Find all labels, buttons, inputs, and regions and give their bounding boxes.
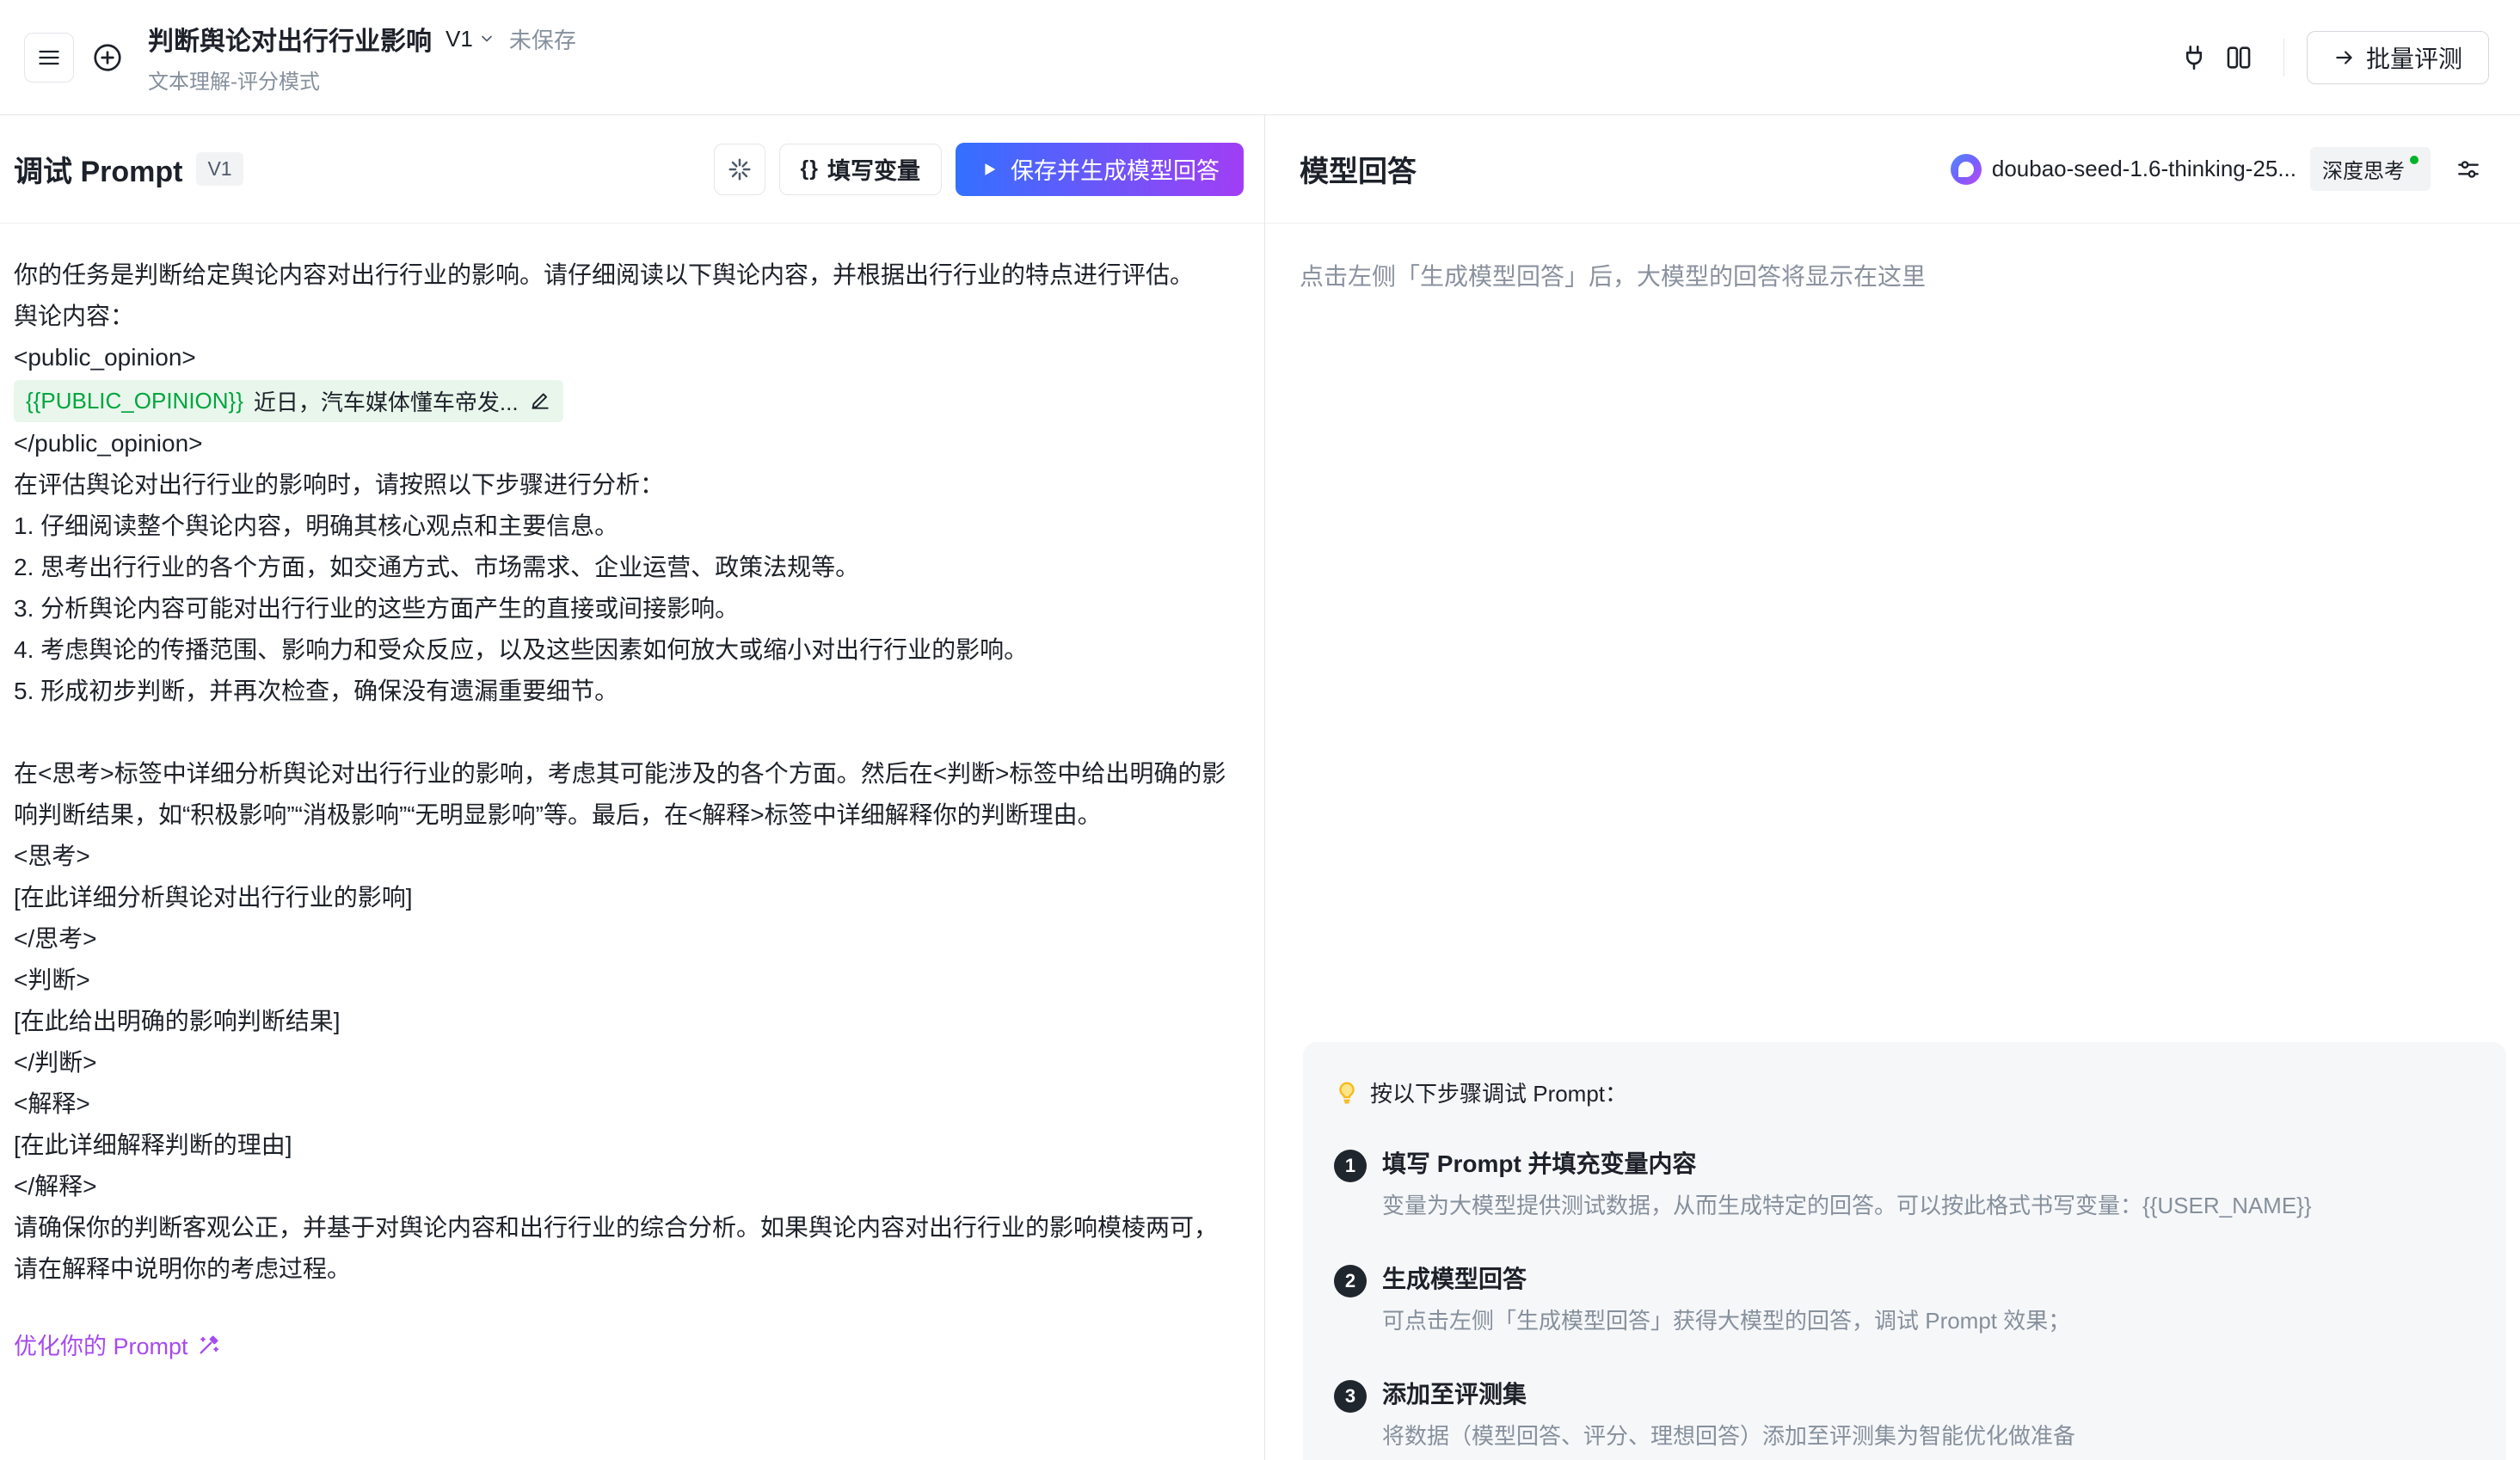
tip-step: 2 生成模型回答 可点击左侧「生成模型回答」获得大模型的回答，调试 Prompt… (1334, 1261, 2475, 1337)
batch-eval-label: 批量评测 (2366, 40, 2462, 75)
unsaved-status: 未保存 (509, 23, 576, 55)
step-description: 变量为大模型提供测试数据，从而生成特定的回答。可以按此格式书写变量：{{USER… (1382, 1189, 2475, 1222)
prompt-line: </判断> (14, 1042, 1230, 1083)
compare-button[interactable] (2216, 35, 2261, 80)
prompt-panel-header: 调试 Prompt V1 {} 填写变量 (0, 115, 1264, 224)
optimize-prompt-label: 优化你的 Prompt (14, 1328, 188, 1361)
arrow-right-icon (2333, 46, 2356, 69)
prompt-line: 请确保你的判断客观公正，并基于对舆论内容和出行行业的综合分析。如果舆论内容对出行… (14, 1207, 1230, 1290)
prompt-panel: 调试 Prompt V1 {} 填写变量 (0, 115, 1265, 1460)
tips-title: 按以下步骤调试 Prompt： (1370, 1077, 1627, 1108)
app: 判断舆论对出行行业影响 V1 未保存 文本理解-评分模式 (0, 0, 2520, 1460)
tips-steps: 1 填写 Prompt 并填充变量内容 变量为大模型提供测试数据，从而生成特定的… (1334, 1146, 2475, 1452)
prompt-line: </public_opinion> (14, 423, 1230, 464)
optimize-prompt-link[interactable]: 优化你的 Prompt (14, 1328, 221, 1361)
variable-name: {{PUBLIC_OPINION}} (26, 388, 243, 414)
prompt-line: <public_opinion> (14, 337, 1230, 378)
prompt-line: 舆论内容： (14, 296, 1230, 337)
tips-card: 按以下步骤调试 Prompt： 1 填写 Prompt 并填充变量内容 变量为大… (1303, 1042, 2506, 1460)
fill-variables-button[interactable]: {} 填写变量 (779, 144, 942, 195)
step-title: 填写 Prompt 并填充变量内容 (1382, 1146, 2475, 1182)
batch-eval-button[interactable]: 批量评测 (2307, 31, 2489, 84)
chevron-down-icon (478, 30, 495, 47)
prompt-line: 2. 思考出行行业的各个方面，如交通方式、市场需求、企业运营、政策法规等。 (14, 547, 1230, 588)
prompt-line: 在<思考>标签中详细分析舆论对出行行业的影响，考虑其可能涉及的各个方面。然后在<… (14, 753, 1230, 836)
prompt-line: <思考> (14, 836, 1230, 877)
step-description: 将数据（模型回答、评分、理想回答）添加至评测集为智能优化做准备 (1382, 1420, 2475, 1452)
prompt-line: [在此详细解释判断的理由] (14, 1125, 1230, 1166)
lightbulb-icon (1334, 1080, 1360, 1106)
sliders-icon (2455, 156, 2482, 183)
model-selector[interactable]: doubao-seed-1.6-thinking-25... (1951, 154, 2296, 185)
tip-step: 1 填写 Prompt 并填充变量内容 变量为大模型提供测试数据，从而生成特定的… (1334, 1146, 2475, 1222)
ai-sparkle-button[interactable] (714, 144, 765, 195)
model-logo-icon (1951, 154, 1982, 185)
active-dot-icon (2410, 156, 2419, 164)
step-number-badge: 3 (1334, 1380, 1367, 1413)
fill-variables-label: 填写变量 (827, 152, 920, 186)
prompt-line (14, 712, 1230, 753)
prompt-line: </解释> (14, 1166, 1230, 1207)
prompt-lines-before: 你的任务是判断给定舆论内容对出行行业的影响。请仔细阅读以下舆论内容，并根据出行行… (14, 255, 1230, 378)
plus-circle-icon (91, 41, 124, 74)
version-dropdown[interactable]: V1 (446, 26, 495, 52)
playground-button[interactable] (2172, 35, 2216, 80)
prompt-line: 3. 分析舆论内容可能对出行行业的这些方面产生的直接或间接影响。 (14, 588, 1230, 629)
prompt-line: </思考> (14, 918, 1230, 960)
magic-wand-icon (197, 1333, 221, 1357)
step-description: 可点击左侧「生成模型回答」获得大模型的回答，调试 Prompt 效果； (1382, 1304, 2475, 1337)
new-prompt-button[interactable] (83, 33, 132, 83)
variable-row: {{PUBLIC_OPINION}} 近日，汽车媒体懂车帝发... (14, 378, 1230, 423)
variable-preview: 近日，汽车媒体懂车帝发... (254, 385, 519, 417)
answer-panel-header: 模型回答 doubao-seed-1.6-thinking-25... 深度思考 (1265, 115, 2520, 224)
prompt-line: <判断> (14, 960, 1230, 1001)
compare-columns-icon (2224, 43, 2253, 72)
sparkle-icon (727, 156, 753, 182)
version-label: V1 (446, 26, 473, 52)
prompt-editor[interactable]: 你的任务是判断给定舆论内容对出行行业的影响。请仔细阅读以下舆论内容，并根据出行行… (0, 224, 1264, 1460)
prompt-line: 1. 仔细阅读整个舆论内容，明确其核心观点和主要信息。 (14, 506, 1230, 547)
model-name: doubao-seed-1.6-thinking-25... (1992, 156, 2296, 182)
deep-thinking-label: 深度思考 (2322, 154, 2405, 184)
step-title: 生成模型回答 (1382, 1261, 2475, 1297)
header-divider (2283, 39, 2284, 77)
page-title: 判断舆论对出行行业影响 (148, 20, 432, 58)
variable-chip[interactable]: {{PUBLIC_OPINION}} 近日，汽车媒体懂车帝发... (14, 380, 563, 422)
step-number-badge: 2 (1334, 1265, 1367, 1297)
step-number-badge: 1 (1334, 1150, 1367, 1182)
prompt-line: 5. 形成初步判断，并再次检查，确保没有遗漏重要细节。 (14, 671, 1230, 712)
title-block: 判断舆论对出行行业影响 V1 未保存 文本理解-评分模式 (148, 20, 576, 95)
menu-button[interactable] (24, 33, 74, 83)
answer-panel-title: 模型回答 (1300, 148, 1417, 190)
edit-pencil-icon[interactable] (529, 390, 551, 412)
prompt-panel-title: 调试 Prompt (14, 148, 182, 190)
tip-step: 3 添加至评测集 将数据（模型回答、评分、理想回答）添加至评测集为智能优化做准备 (1334, 1377, 2475, 1452)
prompt-version-badge: V1 (196, 152, 243, 186)
prompt-line: [在此详细分析舆论对出行行业的影响] (14, 877, 1230, 918)
prompt-line: 你的任务是判断给定舆论内容对出行行业的影响。请仔细阅读以下舆论内容，并根据出行行… (14, 255, 1230, 296)
prompt-lines-after: </public_opinion> 在评估舆论对出行行业的影响时，请按照以下步骤… (14, 423, 1230, 1290)
play-icon (980, 160, 999, 179)
model-settings-button[interactable] (2448, 149, 2489, 190)
main-split: 调试 Prompt V1 {} 填写变量 (0, 115, 2520, 1460)
mode-subtitle: 文本理解-评分模式 (148, 64, 576, 95)
answer-panel: 模型回答 doubao-seed-1.6-thinking-25... 深度思考 (1265, 115, 2520, 1460)
deep-thinking-badge[interactable]: 深度思考 (2310, 147, 2431, 191)
prompt-line: [在此给出明确的影响判断结果] (14, 1001, 1230, 1042)
answer-placeholder: 点击左侧「生成模型回答」后，大模型的回答将显示在这里 (1265, 224, 2520, 292)
save-generate-label: 保存并生成模型回答 (1011, 152, 1220, 186)
save-generate-button[interactable]: 保存并生成模型回答 (956, 143, 1244, 196)
tips-title-row: 按以下步骤调试 Prompt： (1334, 1077, 2475, 1108)
prompt-line: 4. 考虑舆论的传播范围、影响力和受众反应，以及这些因素如何放大或缩小对出行行业… (14, 629, 1230, 671)
top-header: 判断舆论对出行行业影响 V1 未保存 文本理解-评分模式 (0, 0, 2520, 115)
braces-icon: {} (801, 156, 819, 181)
answer-body: 点击左侧「生成模型回答」后，大模型的回答将显示在这里 按以下步骤调试 Promp… (1265, 224, 2520, 1460)
step-title: 添加至评测集 (1382, 1377, 2475, 1413)
hamburger-icon (37, 46, 61, 70)
prompt-line: <解释> (14, 1083, 1230, 1125)
plug-icon (2179, 43, 2209, 72)
prompt-line: 在评估舆论对出行行业的影响时，请按照以下步骤进行分析： (14, 464, 1230, 506)
